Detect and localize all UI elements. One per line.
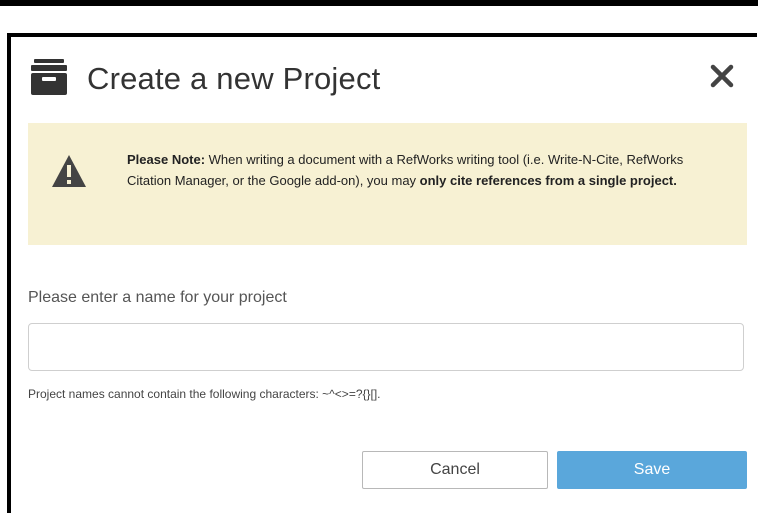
project-name-label: Please enter a name for your project [28,289,287,306]
save-button[interactable]: Save [557,451,747,489]
create-project-dialog: Create a new Project Please Note: When w… [7,33,757,513]
note-text: Please Note: When writing a document wit… [127,149,727,191]
note-banner: Please Note: When writing a document wit… [28,123,747,245]
note-lead: Please Note: [127,152,206,167]
name-hint: Project names cannot contain the followi… [28,387,381,401]
note-emphasis: only cite references from a single proje… [419,173,677,188]
close-icon[interactable] [709,63,735,89]
dialog-title: Create a new Project [87,61,381,96]
warning-triangle-icon [52,155,86,187]
archive-box-icon [31,59,67,95]
project-name-input[interactable] [28,323,744,371]
top-border [0,0,758,6]
cancel-button[interactable]: Cancel [362,451,548,489]
